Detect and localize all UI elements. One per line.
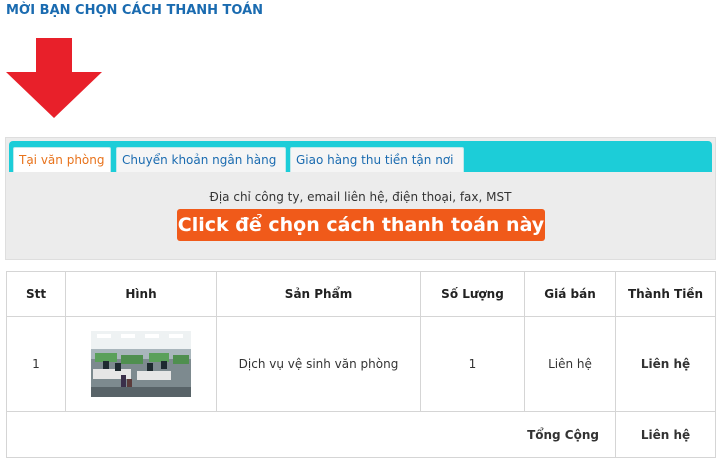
row-product: Dịch vụ vệ sinh văn phòng [216, 316, 421, 412]
payment-tabs: Tại văn phòng Chuyển khoản ngân hàng Gia… [9, 141, 712, 172]
header-stt: Stt [6, 271, 66, 317]
product-image[interactable] [91, 331, 191, 397]
header-total: Thành Tiền [615, 271, 716, 317]
cart-table: Stt Hình Sản Phẩm Số Lượng Giá bán Thành… [6, 271, 716, 458]
header-product: Sản Phẩm [216, 271, 421, 317]
grand-total: Liên hệ [615, 411, 716, 458]
row-image-cell [65, 316, 217, 412]
total-row: Tổng Cộng Liên hệ [6, 411, 716, 458]
total-label: Tổng Cộng [6, 411, 616, 458]
tab-office[interactable]: Tại văn phòng [13, 147, 111, 172]
page-title: MỜI BẠN CHỌN CÁCH THANH TOÁN [6, 3, 264, 18]
tab-bank-transfer[interactable]: Chuyển khoản ngân hàng [116, 147, 286, 172]
header-quantity: Số Lượng [420, 271, 525, 317]
choose-payment-button[interactable]: Click để chọn cách thanh toán này [177, 209, 545, 241]
row-quantity: 1 [420, 316, 525, 412]
table-row: 1 Dịch vụ vệ sinh văn phòng 1 Liên hệ Li… [6, 316, 716, 412]
header-image: Hình [65, 271, 217, 317]
header-price: Giá bán [524, 271, 616, 317]
row-stt: 1 [6, 316, 66, 412]
down-arrow-icon [6, 38, 102, 118]
payment-method-panel: Tại văn phòng Chuyển khoản ngân hàng Gia… [5, 137, 716, 260]
row-line-total: Liên hệ [615, 316, 716, 412]
table-header-row: Stt Hình Sản Phẩm Số Lượng Giá bán Thành… [6, 271, 716, 317]
row-price: Liên hệ [524, 316, 616, 412]
tab-cash-on-delivery[interactable]: Giao hàng thu tiền tận nơi [290, 147, 464, 172]
payment-description: Địa chỉ công ty, email liên hệ, điện tho… [209, 190, 512, 204]
